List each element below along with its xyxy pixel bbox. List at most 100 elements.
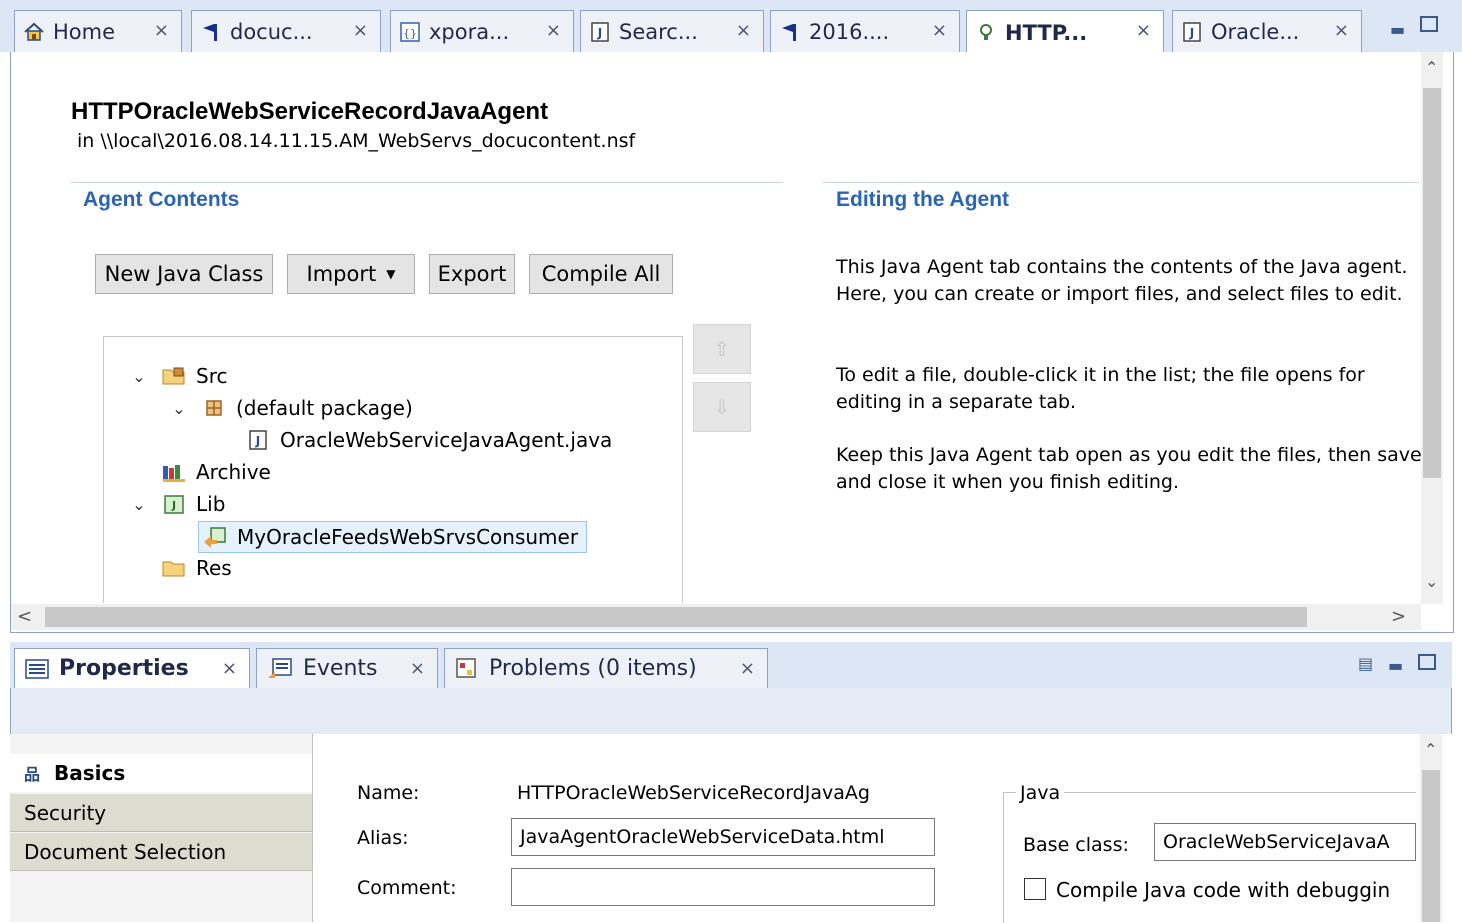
tab-home[interactable]: Home ×	[14, 10, 182, 52]
svg-text:J: J	[1189, 26, 1194, 40]
hierarchy-icon: 品	[24, 765, 41, 784]
java-file-icon: J	[1181, 21, 1203, 43]
close-icon[interactable]: ×	[1334, 20, 1349, 41]
package-icon	[202, 397, 226, 419]
alias-label: Alias:	[357, 827, 409, 849]
horizontal-scrollbar[interactable]: < >	[11, 604, 1421, 630]
scroll-right-icon[interactable]: >	[1391, 606, 1406, 627]
svg-text:J: J	[255, 434, 260, 448]
problems-icon	[455, 657, 479, 680]
scroll-up-icon[interactable]: ⌃	[1424, 740, 1437, 759]
web-service-consumer-icon	[203, 526, 227, 548]
scrollbar-thumb[interactable]	[1423, 88, 1441, 478]
tab-label: docuc...	[230, 19, 313, 44]
tab-label: xpora...	[429, 19, 510, 44]
tree-label: Archive	[196, 460, 271, 484]
import-button[interactable]: Import ▼	[287, 254, 415, 294]
tab-search-java[interactable]: J Searc... ×	[580, 10, 764, 52]
tab-problems[interactable]: Problems (0 items) ×	[444, 648, 768, 688]
scroll-up-icon[interactable]: ⌃	[1425, 58, 1438, 77]
close-icon[interactable]: ×	[410, 658, 425, 679]
properties-icon	[25, 658, 49, 679]
library-icon: J	[162, 493, 186, 515]
tree-item-default-package[interactable]: ⌄ (default package)	[170, 393, 412, 423]
agent-title: HTTPOracleWebServiceRecordJavaAgent	[71, 98, 549, 125]
tab-docucontent[interactable]: docuc... ×	[191, 10, 381, 52]
close-icon[interactable]: ×	[740, 658, 755, 679]
chevron-down-icon[interactable]: ⌄	[130, 367, 148, 386]
folder-icon	[162, 557, 186, 579]
comment-label: Comment:	[357, 877, 457, 899]
debug-checkbox[interactable]	[1024, 878, 1046, 900]
vertical-scrollbar[interactable]: ⌃ ⌄	[1421, 52, 1443, 604]
agent-bulb-icon	[975, 22, 997, 44]
tab-label: Oracle...	[1211, 19, 1300, 44]
tree-item-res[interactable]: Res	[162, 553, 232, 583]
agent-file-tree[interactable]: ⌄ Src ⌄ (default package) J OracleWebSer…	[103, 336, 683, 603]
tab-label: Problems (0 items)	[489, 656, 697, 681]
maximize-icon[interactable]	[1420, 16, 1438, 32]
vertical-scrollbar[interactable]: ⌃	[1420, 734, 1442, 922]
new-java-class-button[interactable]: New Java Class	[95, 254, 273, 294]
close-icon[interactable]: ×	[222, 658, 237, 679]
editor-tab-bar: Home × docuc... × {} xpora... × J Searc.…	[0, 0, 1462, 54]
close-icon[interactable]: ×	[154, 20, 169, 41]
close-icon[interactable]: ×	[932, 20, 947, 41]
java-group-label: Java	[1016, 782, 1065, 804]
move-down-button[interactable]: ⇩	[693, 382, 751, 432]
dropdown-arrow-icon: ▼	[386, 267, 396, 281]
agent-contents-heading: Agent Contents	[83, 188, 240, 211]
source-folder-icon	[162, 365, 186, 387]
minimize-icon[interactable]: ▬	[1390, 20, 1405, 39]
move-up-button[interactable]: ⇧	[693, 324, 751, 374]
tree-label: OracleWebServiceJavaAgent.java	[280, 428, 613, 452]
tab-http-agent[interactable]: HTTP... ×	[966, 10, 1164, 54]
sidebar-item-label: Security	[24, 800, 107, 825]
scrollbar-thumb[interactable]	[45, 607, 1307, 627]
tree-item-java-file[interactable]: J OracleWebServiceJavaAgent.java	[246, 425, 612, 455]
section-divider	[823, 182, 1419, 183]
chevron-down-icon[interactable]: ⌄	[130, 495, 148, 514]
sidebar-item-label: Document Selection	[24, 839, 227, 864]
editing-agent-heading: Editing the Agent	[836, 188, 1010, 211]
close-icon[interactable]: ×	[736, 20, 751, 41]
tree-label: Src	[196, 364, 228, 388]
tab-properties[interactable]: Properties ×	[14, 648, 250, 688]
base-class-field[interactable]: OracleWebServiceJavaA	[1154, 823, 1416, 861]
tab-events[interactable]: Events ×	[256, 648, 438, 688]
tab-oracle-java[interactable]: J Oracle... ×	[1172, 10, 1362, 52]
agent-editor: HTTPOracleWebServiceRecordJavaAgent in \…	[10, 52, 1454, 633]
help-paragraph: This Java Agent tab contains the content…	[836, 256, 1408, 305]
minimize-icon[interactable]: ▬	[1388, 656, 1403, 675]
import-button-label: Import	[306, 262, 377, 286]
tab-xporasearch[interactable]: {} xpora... ×	[390, 10, 574, 52]
java-file-icon: J	[589, 21, 611, 43]
sidebar-item-security[interactable]: Security	[10, 794, 312, 832]
scroll-left-icon[interactable]: <	[17, 606, 32, 627]
tree-item-src[interactable]: ⌄ Src	[130, 361, 227, 391]
events-icon	[267, 657, 293, 680]
chevron-down-icon[interactable]: ⌄	[170, 399, 188, 418]
tab-label: Properties	[59, 656, 189, 681]
close-icon[interactable]: ×	[353, 20, 368, 41]
tab-2016-db[interactable]: 2016.... ×	[770, 10, 960, 52]
scroll-down-icon[interactable]: ⌄	[1425, 572, 1438, 591]
comment-field[interactable]	[511, 868, 935, 906]
agent-location: in \\local\2016.08.14.11.15.AM_WebServs_…	[77, 130, 636, 152]
compile-all-button[interactable]: Compile All	[529, 254, 673, 294]
close-icon[interactable]: ×	[546, 20, 561, 41]
close-icon[interactable]: ×	[1136, 20, 1151, 41]
tab-label: Searc...	[619, 19, 698, 44]
maximize-icon[interactable]	[1418, 654, 1436, 670]
scrollbar-thumb[interactable]	[1422, 770, 1440, 922]
view-menu-icon[interactable]: ▤	[1358, 654, 1373, 673]
sidebar-item-basics[interactable]: 品 Basics	[10, 754, 312, 792]
xpages-icon: {}	[399, 21, 421, 43]
tab-label: HTTP...	[1005, 20, 1088, 45]
alias-field[interactable]: JavaAgentOracleWebServiceData.html	[511, 818, 935, 856]
export-button[interactable]: Export	[429, 254, 515, 294]
sidebar-item-document-selection[interactable]: Document Selection	[10, 833, 312, 871]
tree-item-lib[interactable]: ⌄ J Lib	[130, 489, 225, 519]
tree-item-lib-consumer[interactable]: MyOracleFeedsWebSrvsConsumer	[198, 521, 588, 553]
tree-item-archive[interactable]: Archive	[162, 457, 271, 487]
